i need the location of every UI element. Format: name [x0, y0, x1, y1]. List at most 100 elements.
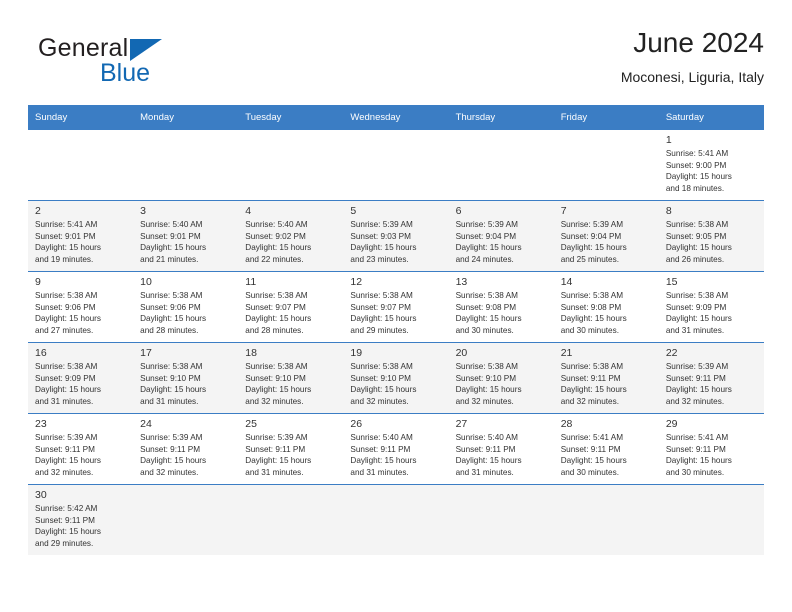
weekday-header-monday: Monday: [133, 105, 239, 130]
day-sunset-text: Sunset: 9:08 PM: [560, 302, 622, 312]
weekday-header-wednesday: Wednesday: [343, 105, 449, 130]
day-daylight-line2-text: and 31 minutes.: [665, 325, 725, 335]
calendar-day-cell[interactable]: 8 Sunrise: 5:38 AM Sunset: 9:05 PM Daylight…: [658, 200, 764, 272]
calendar-day-cell[interactable]: 30 Sunrise: 5:42 AM Sunset: 9:11 PM Dayligh…: [28, 484, 134, 555]
day-number: 29: [665, 418, 678, 430]
day-daylight-line2-text: and 29 minutes.: [35, 538, 94, 548]
calendar-day-cell[interactable]: 27 Sunrise: 5:40 AM Sunset: 9:11 PM Dayligh…: [448, 413, 554, 485]
day-sunset-text: Sunset: 9:09 PM: [665, 302, 727, 312]
day-sun-info: Sunrise: 5:39 AM Sunset: 9:11 PM Daylight:…: [245, 432, 337, 478]
day-daylight-line2-text: and 28 minutes.: [245, 325, 304, 335]
day-daylight-line1-text: Daylight: 15 hours: [350, 243, 417, 253]
day-daylight-line2-text: and 21 minutes.: [140, 254, 199, 264]
calendar-day-cell[interactable]: 7 Sunrise: 5:39 AM Sunset: 9:04 PM Daylight…: [553, 200, 659, 272]
calendar-day-cell[interactable]: 4 Sunrise: 5:40 AM Sunset: 9:02 PM Daylight…: [238, 200, 344, 272]
day-daylight-line2-text: and 32 minutes.: [350, 396, 409, 406]
day-sunset-text: Sunset: 9:10 PM: [140, 373, 201, 383]
day-sunset-text: Sunset: 9:11 PM: [35, 444, 95, 454]
calendar-day-cell[interactable]: 20 Sunrise: 5:38 AM Sunset: 9:10 PM Dayligh…: [448, 342, 554, 414]
calendar-day-cell[interactable]: 15 Sunrise: 5:38 AM Sunset: 9:09 PM Dayligh…: [658, 271, 764, 343]
day-sunset-text: Sunset: 9:11 PM: [245, 444, 306, 454]
day-daylight-line1-text: Daylight: 15 hours: [35, 243, 101, 253]
calendar-day-cell[interactable]: 3 Sunrise: 5:40 AM Sunset: 9:01 PM Daylight…: [133, 200, 239, 272]
calendar-page: General Blue June 2024 Moconesi, Liguria…: [0, 0, 792, 612]
day-sun-info: Sunrise: 5:38 AM Sunset: 9:10 PM Daylight:…: [245, 361, 337, 407]
calendar-day-cell[interactable]: 14 Sunrise: 5:38 AM Sunset: 9:08 PM Dayligh…: [553, 271, 659, 343]
calendar-day-cell[interactable]: 21 Sunrise: 5:38 AM Sunset: 9:11 PM Dayligh…: [553, 342, 659, 414]
day-sunrise-text: Sunrise: 5:40 AM: [455, 433, 518, 442]
calendar-day-cell[interactable]: 28 Sunrise: 5:41 AM Sunset: 9:11 PM Dayligh…: [553, 413, 659, 485]
calendar-cell-empty: [238, 129, 344, 201]
page-subtitle: Moconesi, Liguria, Italy: [620, 69, 764, 85]
logo-divider: [94, 60, 97, 88]
day-daylight-line2-text: and 31 minutes.: [455, 467, 514, 477]
day-number: 21: [560, 347, 573, 359]
calendar-day-cell[interactable]: 25 Sunrise: 5:39 AM Sunset: 9:11 PM Dayligh…: [238, 413, 344, 485]
day-sun-info: Sunrise: 5:41 AM Sunset: 9:00 PM Daylight:…: [666, 148, 758, 194]
day-sun-info: Sunrise: 5:42 AM Sunset: 9:11 PM Daylight:…: [35, 503, 127, 549]
day-sunset-text: Sunset: 9:00 PM: [665, 160, 727, 170]
calendar-day-cell[interactable]: 22 Sunrise: 5:39 AM Sunset: 9:11 PM Dayligh…: [658, 342, 764, 414]
calendar-day-cell[interactable]: 23 Sunrise: 5:39 AM Sunset: 9:11 PM Dayligh…: [28, 413, 134, 485]
day-sunrise-text: Sunrise: 5:41 AM: [560, 433, 624, 442]
day-sunrise-text: Sunrise: 5:39 AM: [245, 433, 308, 442]
day-number: 11: [245, 276, 257, 288]
day-sunrise-text: Sunrise: 5:39 AM: [140, 433, 203, 442]
day-daylight-line2-text: and 28 minutes.: [140, 325, 199, 335]
day-sunset-text: Sunset: 9:06 PM: [140, 302, 201, 312]
calendar-day-cell[interactable]: 9 Sunrise: 5:38 AM Sunset: 9:06 PM Daylight…: [28, 271, 134, 343]
day-daylight-line2-text: and 32 minutes.: [140, 467, 199, 477]
day-daylight-line2-text: and 30 minutes.: [455, 325, 514, 335]
day-number: 18: [245, 347, 257, 359]
calendar-day-cell[interactable]: 5 Sunrise: 5:39 AM Sunset: 9:03 PM Daylight…: [343, 200, 449, 272]
day-daylight-line1-text: Daylight: 15 hours: [665, 243, 732, 253]
day-number: 30: [35, 489, 47, 501]
calendar-day-cell[interactable]: 12 Sunrise: 5:38 AM Sunset: 9:07 PM Dayligh…: [343, 271, 449, 343]
day-daylight-line1-text: Daylight: 15 hours: [560, 456, 627, 466]
day-daylight-line2-text: and 31 minutes.: [350, 467, 409, 477]
day-daylight-line2-text: and 30 minutes.: [665, 467, 725, 477]
day-daylight-line1-text: Daylight: 15 hours: [665, 314, 732, 324]
day-number: 22: [665, 347, 678, 359]
calendar-day-cell[interactable]: 16 Sunrise: 5:38 AM Sunset: 9:09 PM Dayligh…: [28, 342, 134, 414]
day-sunrise-text: Sunrise: 5:38 AM: [245, 291, 308, 300]
day-sunrise-text: Sunrise: 5:38 AM: [350, 362, 413, 371]
calendar-day-cell[interactable]: 11 Sunrise: 5:38 AM Sunset: 9:07 PM Dayligh…: [238, 271, 344, 343]
day-number: 24: [140, 418, 152, 430]
calendar-day-cell[interactable]: 19 Sunrise: 5:38 AM Sunset: 9:10 PM Dayligh…: [343, 342, 449, 414]
calendar-day-cell[interactable]: 2 Sunrise: 5:41 AM Sunset: 9:01 PM Daylight…: [28, 200, 134, 272]
day-daylight-line1-text: Daylight: 15 hours: [665, 456, 732, 466]
calendar-day-cell[interactable]: 13 Sunrise: 5:38 AM Sunset: 9:08 PM Dayligh…: [448, 271, 554, 343]
calendar-header-row: Sunday Monday Tuesday Wednesday Thursday…: [28, 105, 764, 130]
day-number: 20: [455, 347, 468, 359]
brand-logo[interactable]: General Blue: [38, 34, 228, 92]
calendar-day-cell[interactable]: 6 Sunrise: 5:39 AM Sunset: 9:04 PM Daylight…: [448, 200, 554, 272]
calendar-week-row: 1 Sunrise: 5:41 AM Sunset: 9:00 PM Daylight…: [28, 129, 764, 201]
day-sun-info: Sunrise: 5:39 AM Sunset: 9:11 PM Daylight:…: [666, 361, 758, 407]
day-daylight-line1-text: Daylight: 15 hours: [455, 456, 522, 466]
calendar-day-cell[interactable]: 10 Sunrise: 5:38 AM Sunset: 9:06 PM Dayligh…: [133, 271, 239, 343]
calendar-cell-empty: [28, 129, 134, 201]
day-number: 12: [350, 276, 363, 288]
calendar-day-cell[interactable]: 26 Sunrise: 5:40 AM Sunset: 9:11 PM Dayligh…: [343, 413, 449, 485]
day-sunrise-text: Sunrise: 5:41 AM: [665, 433, 729, 442]
day-sunset-text: Sunset: 9:11 PM: [350, 444, 411, 454]
calendar-day-cell[interactable]: 18 Sunrise: 5:38 AM Sunset: 9:10 PM Dayligh…: [238, 342, 344, 414]
calendar-day-cell[interactable]: 1 Sunrise: 5:41 AM Sunset: 9:00 PM Daylight…: [658, 129, 764, 201]
day-sunset-text: Sunset: 9:11 PM: [455, 444, 516, 454]
day-sunrise-text: Sunrise: 5:38 AM: [665, 220, 729, 229]
day-sunset-text: Sunset: 9:10 PM: [350, 373, 411, 383]
calendar-day-cell[interactable]: 24 Sunrise: 5:39 AM Sunset: 9:11 PM Dayligh…: [133, 413, 239, 485]
day-sun-info: Sunrise: 5:41 AM Sunset: 9:01 PM Daylight:…: [35, 219, 127, 265]
calendar-week-row: 30 Sunrise: 5:42 AM Sunset: 9:11 PM Dayligh…: [28, 484, 764, 555]
day-daylight-line2-text: and 32 minutes.: [35, 467, 94, 477]
day-sunset-text: Sunset: 9:09 PM: [35, 373, 96, 383]
day-number: 25: [245, 418, 257, 430]
day-sunset-text: Sunset: 9:03 PM: [350, 231, 411, 241]
day-sunset-text: Sunset: 9:08 PM: [455, 302, 517, 312]
calendar-day-cell[interactable]: 17 Sunrise: 5:38 AM Sunset: 9:10 PM Dayligh…: [133, 342, 239, 414]
day-sun-info: Sunrise: 5:38 AM Sunset: 9:06 PM Daylight:…: [140, 290, 232, 336]
day-daylight-line2-text: and 27 minutes.: [35, 325, 94, 335]
day-number: 1: [665, 134, 672, 146]
calendar-day-cell[interactable]: 29 Sunrise: 5:41 AM Sunset: 9:11 PM Dayligh…: [658, 413, 764, 485]
